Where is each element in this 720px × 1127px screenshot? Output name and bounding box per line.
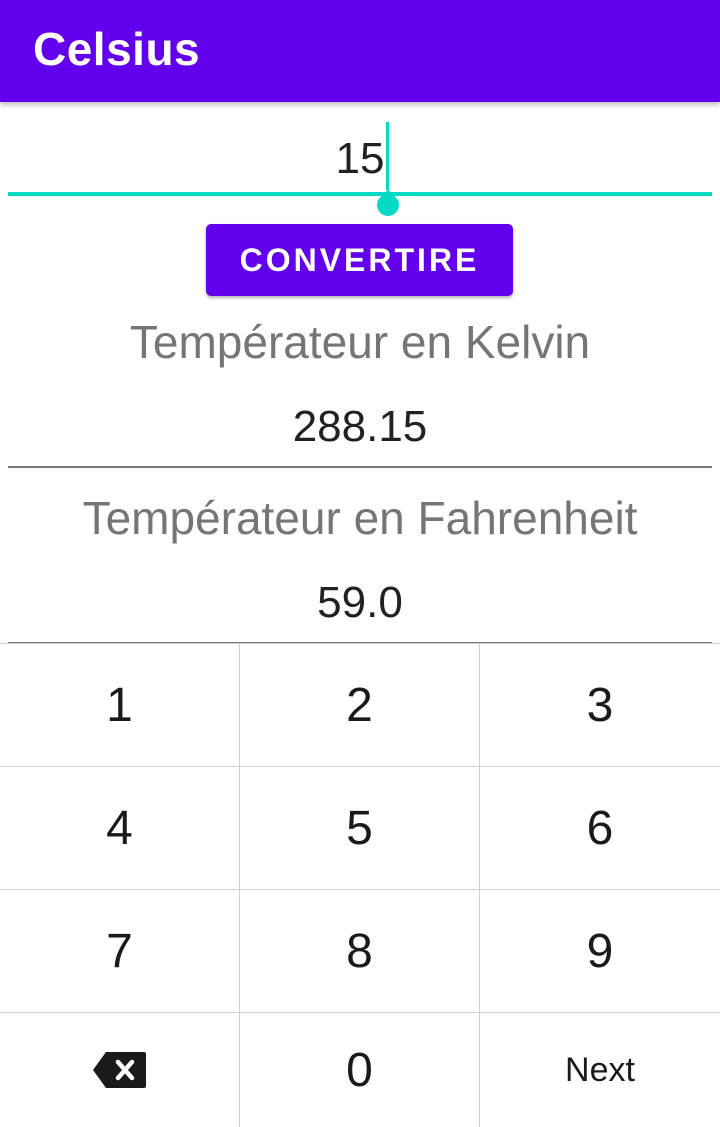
key-1[interactable]: 1 [0, 644, 240, 767]
convert-button[interactable]: CONVERTIRE [206, 224, 513, 296]
key-4[interactable]: 4 [0, 767, 240, 890]
text-cursor [386, 122, 389, 190]
kelvin-value[interactable]: 288.15 [8, 400, 712, 454]
key-backspace[interactable] [0, 1013, 240, 1127]
kelvin-field[interactable]: 288.15 [8, 394, 712, 468]
celsius-input[interactable]: 15 [8, 122, 712, 221]
key-5[interactable]: 5 [240, 767, 480, 890]
celsius-input-value[interactable]: 15 [8, 132, 712, 186]
key-3[interactable]: 3 [480, 644, 720, 767]
backspace-icon [92, 1052, 146, 1088]
kelvin-label: Températeur en Kelvin [129, 316, 591, 368]
main-content: 15 CONVERTIRE Températeur en Kelvin 288.… [0, 102, 720, 644]
key-8[interactable]: 8 [240, 890, 480, 1013]
key-7[interactable]: 7 [0, 890, 240, 1013]
fahrenheit-field[interactable]: 59.0 [8, 570, 712, 644]
key-6[interactable]: 6 [480, 767, 720, 890]
celsius-input-underline [8, 192, 712, 196]
app-bar: Celsius [0, 0, 720, 102]
fahrenheit-value[interactable]: 59.0 [8, 576, 712, 630]
numeric-keypad: 1 2 3 4 5 6 7 8 9 0 Next [0, 643, 720, 1127]
key-9[interactable]: 9 [480, 890, 720, 1013]
key-next[interactable]: Next [480, 1013, 720, 1127]
app-title: Celsius [33, 23, 201, 75]
fahrenheit-label: Températeur en Fahrenheit [82, 492, 638, 544]
key-0[interactable]: 0 [240, 1013, 480, 1127]
key-2[interactable]: 2 [240, 644, 480, 767]
